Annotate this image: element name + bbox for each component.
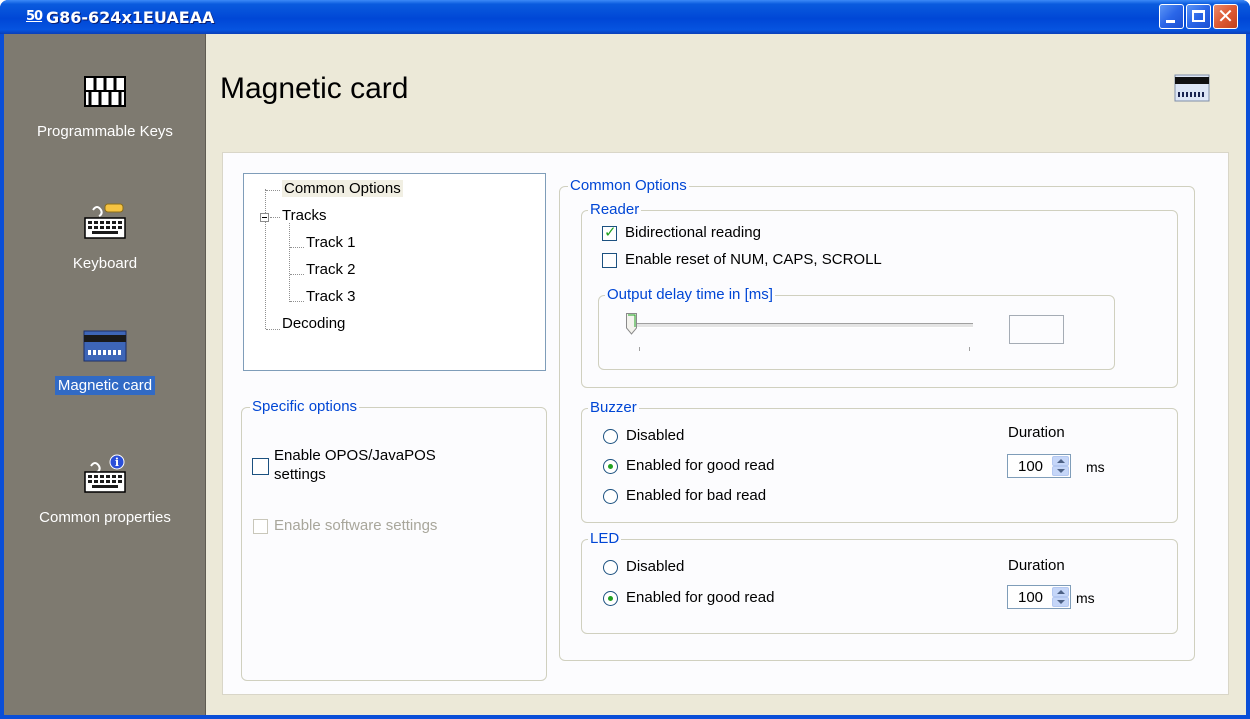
led-duration-label: Duration [1008,557,1065,574]
spin-down-icon[interactable] [1052,597,1069,607]
common-options-group: Common Options Reader Bidirectional read… [559,177,1195,661]
sidebar-item-label: Keyboard [72,255,138,272]
buzzer-duration-spinner[interactable]: 100 [1007,454,1071,478]
tree-item-decoding[interactable]: Decoding [282,315,345,332]
led-good-read-label: Enabled for good read [626,589,775,606]
sidebar-item-label: Common properties [39,509,171,526]
led-disabled-radio[interactable] [603,560,618,575]
minimize-icon [1166,20,1175,23]
slider-tick [969,347,970,351]
buzzer-disabled-radio[interactable] [603,429,618,444]
tree-item-common-options[interactable]: Common Options [282,180,403,197]
group-title: Output delay time in [ms] [605,286,775,303]
maximize-icon [1192,10,1205,22]
led-duration-spinner[interactable]: 100 [1007,585,1071,609]
reader-group: Reader Bidirectional reading Enable rese… [581,201,1178,388]
svg-text:i: i [115,456,119,469]
tree-line [290,247,304,248]
programmable-keys-icon [84,76,126,107]
group-title: LED [588,530,622,547]
buzzer-duration-label: Duration [1008,424,1065,441]
tree-line [266,329,280,330]
sidebar-item-magnetic-card[interactable]: Magnetic card [4,330,206,395]
group-title: Common Options [568,177,689,194]
tree-item-track-3[interactable]: Track 3 [306,288,355,305]
buzzer-unit-label: ms [1086,459,1105,475]
delay-slider-track [631,323,973,328]
spin-down-icon[interactable] [1052,466,1069,476]
close-icon: ✕ [1217,4,1234,28]
delay-value-field[interactable] [1009,315,1064,344]
tree-line [270,217,280,218]
magnetic-card-reader-icon [1174,74,1210,102]
bidirectional-label: Bidirectional reading [625,224,761,241]
specific-options-group: Specific options Enable OPOS/JavaPOS set… [241,398,547,681]
client-area: Programmable Keys Keyboard Magnetic card… [4,34,1246,715]
sidebar-item-label: Programmable Keys [37,123,173,140]
reset-checkbox[interactable] [602,253,617,268]
sidebar-item-keyboard[interactable]: Keyboard [4,202,206,273]
led-duration-value: 100 [1018,589,1044,606]
buzzer-group: Buzzer Disabled Enabled for good read En… [581,399,1178,523]
tree-item-track-1[interactable]: Track 1 [306,234,355,251]
reset-label: Enable reset of NUM, CAPS, SCROLL [625,251,882,268]
sidebar-item-common-properties[interactable]: i Common properties [4,454,206,527]
tree-line [290,301,304,302]
options-tree[interactable]: Common Options Tracks Track 1 Track 2 Tr… [243,173,546,371]
software-settings-checkbox [253,519,268,534]
minimize-button[interactable] [1159,4,1184,29]
buzzer-good-read-label: Enabled for good read [626,457,775,474]
buzzer-disabled-label: Disabled [626,427,685,444]
keyboard-info-icon: i [84,454,126,493]
application-window: 50 G86-624x1EUAEAA ✕ Programmable Keys K… [0,0,1250,719]
tree-line [265,189,266,329]
tree-collapse-icon[interactable] [260,213,269,222]
tree-item-tracks[interactable]: Tracks [282,207,326,224]
led-group: LED Disabled Enabled for good read Durat… [581,530,1178,634]
delay-slider-thumb[interactable] [626,313,637,335]
tree-line [289,223,290,302]
spinner-buttons [1052,587,1069,607]
slider-tick [639,347,640,351]
led-unit-label: ms [1076,590,1095,606]
software-settings-label: Enable software settings [274,517,438,534]
sidebar: Programmable Keys Keyboard Magnetic card… [4,34,206,715]
spin-up-icon[interactable] [1052,587,1069,597]
options-panel: Common Options Tracks Track 1 Track 2 Tr… [222,152,1229,695]
main-content: Magnetic card Common Options Tracks Trac… [206,34,1246,715]
close-button[interactable]: ✕ [1213,4,1238,29]
opos-label-line1: Enable OPOS/JavaPOS [274,447,436,464]
window-title: G86-624x1EUAEAA [46,8,215,27]
opos-label-line2: settings [274,466,326,483]
buzzer-bad-read-radio[interactable] [603,489,618,504]
tree-line [266,190,280,191]
buzzer-bad-read-label: Enabled for bad read [626,487,767,504]
tree-item-track-2[interactable]: Track 2 [306,261,355,278]
maximize-button[interactable] [1186,4,1211,29]
bidirectional-checkbox[interactable] [602,223,617,241]
led-disabled-label: Disabled [626,558,685,575]
led-good-read-radio[interactable] [603,591,618,606]
spinner-buttons [1052,456,1069,476]
output-delay-group: Output delay time in [ms] [598,286,1115,370]
opos-checkbox[interactable] [252,458,269,475]
tree-line [290,274,304,275]
group-title: Buzzer [588,399,639,416]
magnetic-card-icon [83,330,127,362]
page-title: Magnetic card [220,72,409,105]
title-bar[interactable]: 50 G86-624x1EUAEAA ✕ [0,0,1250,34]
buzzer-good-read-radio[interactable] [603,459,618,474]
sidebar-item-label: Magnetic card [54,376,156,395]
group-title: Reader [588,201,642,218]
sidebar-item-programmable-keys[interactable]: Programmable Keys [4,76,206,141]
group-title: Specific options [250,398,360,415]
keyboard-tools-icon [84,203,126,239]
buzzer-duration-value: 100 [1018,458,1044,475]
spin-up-icon[interactable] [1052,456,1069,466]
opos-label: Enable OPOS/JavaPOS settings [274,446,436,484]
app-logo-icon: 50 [26,9,43,24]
